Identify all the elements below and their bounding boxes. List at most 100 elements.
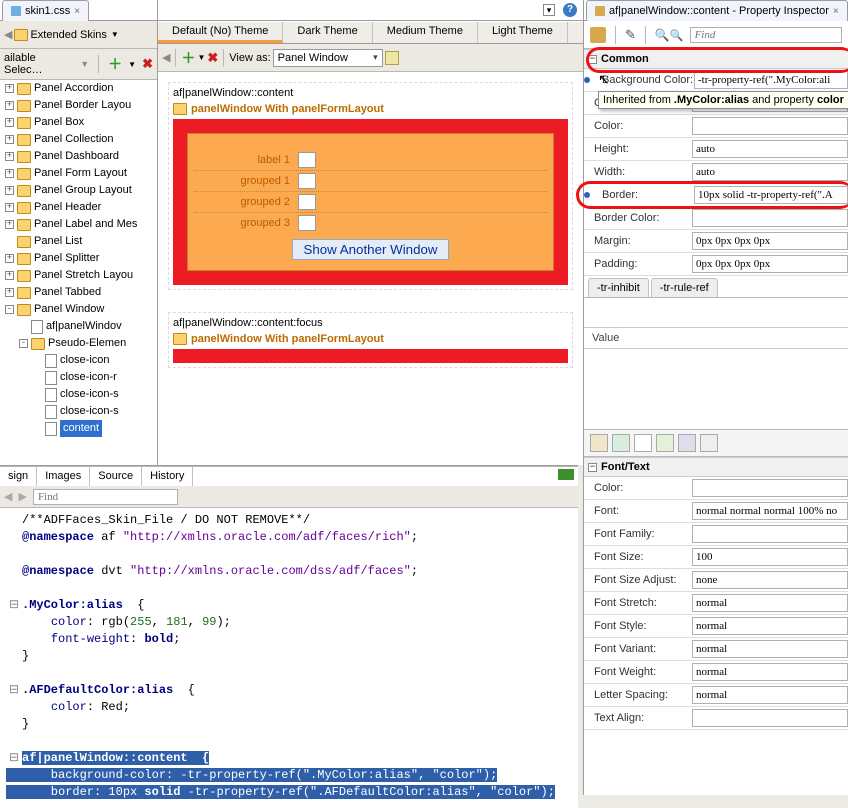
back-icon[interactable]: ◀	[162, 51, 170, 64]
prop-border-input[interactable]	[694, 186, 848, 204]
prop-width-input[interactable]	[692, 163, 848, 181]
chevron-down-icon[interactable]: ▼	[80, 59, 89, 69]
collapse-icon[interactable]: −	[588, 463, 597, 472]
tree-row[interactable]: close-icon-s	[0, 386, 157, 403]
tree-expander-icon[interactable]: +	[5, 135, 14, 144]
inspector-find-input[interactable]	[690, 27, 842, 43]
tree-expander-icon[interactable]: +	[5, 288, 14, 297]
prop-margin-input[interactable]	[692, 232, 848, 250]
add-icon[interactable]: ＋	[181, 48, 195, 68]
prop-font-input[interactable]	[692, 502, 848, 520]
tree-row[interactable]: close-icon-r	[0, 369, 157, 386]
field-input-2[interactable]	[298, 173, 316, 189]
tree-row[interactable]: -Panel Window	[0, 301, 157, 318]
viewas-dropdown[interactable]: Panel Window	[273, 49, 383, 67]
tab-tr-rule-ref[interactable]: -tr-rule-ref	[651, 278, 718, 297]
tool-icon-6[interactable]	[700, 434, 718, 452]
chevron-down-icon[interactable]: ▼	[128, 60, 136, 69]
dropdown-icon[interactable]: ▾	[543, 4, 555, 16]
file-tab[interactable]: skin1.css ×	[2, 0, 89, 21]
preview-options-icon[interactable]	[385, 51, 399, 65]
tree-row[interactable]: +Panel Header	[0, 199, 157, 216]
selector-tree[interactable]: +Panel Accordion+Panel Border Layou+Pane…	[0, 80, 157, 460]
tab-default-theme[interactable]: Default (No) Theme	[158, 22, 283, 43]
prop-height-input[interactable]	[692, 140, 848, 158]
delete-icon[interactable]: ✖	[207, 50, 218, 66]
help-icon[interactable]: ?	[563, 3, 577, 17]
tab-medium-theme[interactable]: Medium Theme	[373, 22, 478, 43]
tree-expander-icon[interactable]: +	[5, 203, 14, 212]
search-icon[interactable]: 🔍	[655, 28, 684, 42]
tree-expander-icon[interactable]: +	[5, 84, 14, 93]
prop-padding-input[interactable]	[692, 255, 848, 273]
code-find-input[interactable]	[33, 489, 178, 505]
field-input-1[interactable]	[298, 152, 316, 168]
tree-expander-icon[interactable]: +	[5, 101, 14, 110]
prop-border-color-input[interactable]	[692, 209, 848, 227]
tab-dark-theme[interactable]: Dark Theme	[283, 22, 372, 43]
toolbar-extended-skins[interactable]: Extended Skins	[30, 29, 106, 41]
tab-images[interactable]: Images	[37, 467, 90, 486]
prop-letter_spacing-input[interactable]	[692, 686, 848, 704]
tree-expander-icon[interactable]: +	[5, 271, 14, 280]
tree-expander-icon[interactable]: +	[5, 254, 14, 263]
tree-expander-icon[interactable]: +	[5, 220, 14, 229]
tree-row[interactable]: +Panel Border Layou	[0, 97, 157, 114]
tree-row[interactable]: +Panel Dashboard	[0, 148, 157, 165]
tab-tr-inhibit[interactable]: -tr-inhibit	[588, 278, 649, 297]
prop-font_weight-input[interactable]	[692, 663, 848, 681]
inspector-tab[interactable]: af|panelWindow::content - Property Inspe…	[586, 0, 848, 21]
tree-expander-icon[interactable]: +	[5, 186, 14, 195]
prop-font_family-input[interactable]	[692, 525, 848, 543]
tree-expander-icon[interactable]: +	[5, 118, 14, 127]
inspector-main-icon[interactable]	[590, 27, 606, 43]
tree-row[interactable]: +Panel Splitter	[0, 250, 157, 267]
pencil-icon[interactable]: ✎	[625, 27, 636, 43]
tree-expander-icon[interactable]: +	[5, 152, 14, 161]
tree-row[interactable]: +Panel Stretch Layou	[0, 267, 157, 284]
prop-font_style-input[interactable]	[692, 617, 848, 635]
prop-font_variant-input[interactable]	[692, 640, 848, 658]
show-another-window-button[interactable]: Show Another Window	[292, 239, 448, 260]
source-code-editor[interactable]: /**ADFFaces_Skin_File / DO NOT REMOVE**/…	[0, 508, 578, 808]
field-input-4[interactable]	[298, 215, 316, 231]
prop-font_stretch-input[interactable]	[692, 594, 848, 612]
tree-row[interactable]: af|panelWindov	[0, 318, 157, 335]
tree-row[interactable]: -Pseudo-Elemen	[0, 335, 157, 352]
tab-source[interactable]: Source	[90, 467, 142, 486]
prop-text_align-input[interactable]	[692, 709, 848, 727]
chevron-down-icon[interactable]: ▼	[197, 53, 205, 62]
tree-row[interactable]: close-icon-s	[0, 403, 157, 420]
tree-row[interactable]: +Panel Form Layout	[0, 165, 157, 182]
prop-background-color-input[interactable]	[694, 71, 848, 89]
tree-expander-icon[interactable]: +	[5, 169, 14, 178]
tree-row[interactable]: +Panel Collection	[0, 131, 157, 148]
tool-icon-5[interactable]	[678, 434, 696, 452]
prop-font_size_adjust-input[interactable]	[692, 571, 848, 589]
prop-color-input[interactable]	[692, 117, 848, 135]
prop-color-input[interactable]	[692, 479, 848, 497]
tab-light-theme[interactable]: Light Theme	[478, 22, 568, 43]
close-icon[interactable]: ×	[833, 6, 839, 17]
tool-icon-4[interactable]	[656, 434, 674, 452]
chevron-down-icon[interactable]: ▼	[111, 30, 119, 39]
tab-history[interactable]: History	[142, 467, 193, 486]
tree-row[interactable]: close-icon	[0, 352, 157, 369]
tree-expander-icon[interactable]: -	[19, 339, 28, 348]
tool-icon-3[interactable]	[634, 434, 652, 452]
back-icon[interactable]: ◀	[4, 28, 12, 41]
add-icon[interactable]: ＋	[108, 54, 122, 74]
tree-row[interactable]: +Panel Group Layout	[0, 182, 157, 199]
collapse-icon[interactable]: −	[588, 55, 597, 64]
tool-icon-1[interactable]	[590, 434, 608, 452]
tree-row[interactable]: +Panel Accordion	[0, 80, 157, 97]
prop-font_size-input[interactable]	[692, 548, 848, 566]
tab-design[interactable]: sign	[0, 467, 37, 486]
tool-icon-2[interactable]	[612, 434, 630, 452]
delete-icon[interactable]: ✖	[142, 56, 153, 72]
tree-row[interactable]: +Panel Box	[0, 114, 157, 131]
close-icon[interactable]: ×	[74, 6, 80, 17]
tree-row[interactable]: Panel List	[0, 233, 157, 250]
tree-row[interactable]: +Panel Tabbed	[0, 284, 157, 301]
tree-expander-icon[interactable]: -	[5, 305, 14, 314]
